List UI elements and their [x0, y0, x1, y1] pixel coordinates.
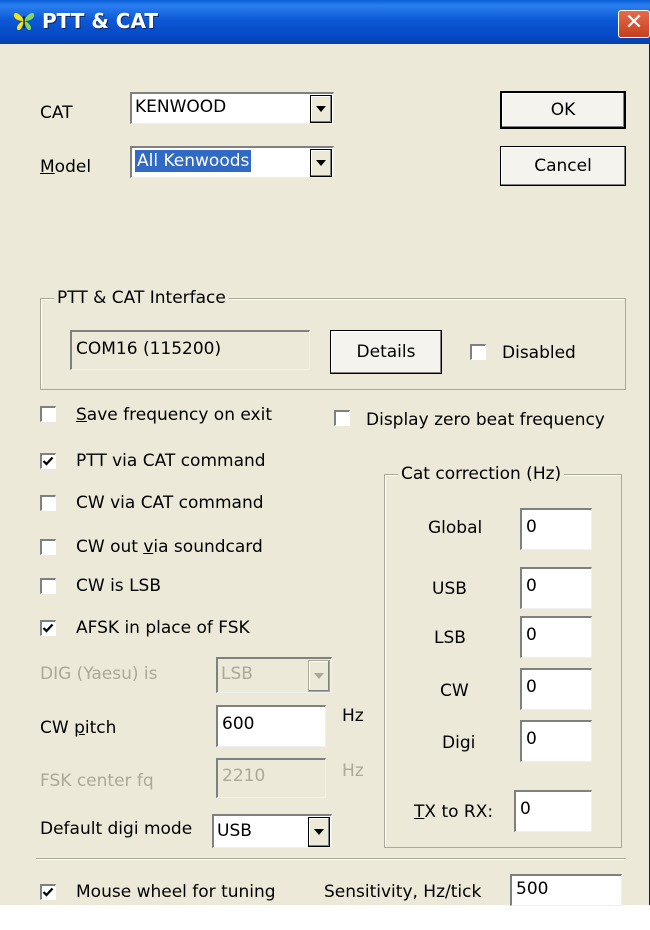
model-select[interactable]: All Kenwoods: [130, 146, 334, 178]
chevron-down-icon[interactable]: [308, 660, 330, 692]
cw-via-cat-checkbox[interactable]: [40, 495, 56, 511]
mouse-wheel-label: Mouse wheel for tuning: [76, 882, 276, 902]
butterfly-icon: [13, 13, 35, 31]
model-label: Model: [40, 157, 92, 177]
default-digi-select[interactable]: USB: [212, 814, 332, 848]
digi-label: Digi: [442, 733, 476, 753]
cw-via-cat-label: CW via CAT command: [76, 493, 264, 513]
disabled-label: Disabled: [502, 343, 576, 363]
global-label: Global: [428, 518, 483, 538]
cw-is-lsb-checkbox[interactable]: [40, 578, 56, 594]
afsk-label: AFSK in place of FSK: [76, 618, 250, 638]
cw-pitch-label: CW pitch: [40, 718, 117, 738]
cat-select-value: KENWOOD: [135, 97, 227, 117]
save-frequency-label: Save frequency on exit: [76, 405, 272, 425]
window-title: PTT & CAT: [42, 9, 159, 33]
tx-to-rx-label: TX to RX:: [414, 802, 494, 822]
details-button[interactable]: Details: [330, 330, 442, 374]
afsk-checkbox[interactable]: [40, 620, 56, 636]
close-button[interactable]: ✕: [618, 10, 650, 38]
tx-to-rx-input[interactable]: 0: [514, 790, 592, 832]
cancel-button[interactable]: Cancel: [500, 146, 626, 186]
sensitivity-label: Sensitivity, Hz/tick: [324, 882, 482, 902]
digi-input[interactable]: 0: [520, 720, 592, 762]
sensitivity-input[interactable]: 500: [510, 874, 622, 906]
mouse-wheel-checkbox[interactable]: [40, 884, 56, 900]
default-digi-value: USB: [217, 821, 252, 841]
chevron-down-icon[interactable]: [310, 149, 332, 177]
interface-legend: PTT & CAT Interface: [54, 287, 229, 309]
zero-beat-checkbox[interactable]: [334, 410, 350, 426]
com-port-field: COM16 (115200): [70, 330, 310, 370]
title-bar[interactable]: PTT & CAT ✕: [0, 0, 650, 44]
cw-pitch-input[interactable]: 600: [216, 705, 326, 747]
cat-select[interactable]: KENWOOD: [130, 92, 334, 124]
cw-is-lsb-label: CW is LSB: [76, 576, 161, 596]
close-icon: ✕: [624, 10, 644, 35]
cat-correction-legend: Cat correction (Hz): [398, 463, 565, 485]
global-input[interactable]: 0: [520, 508, 592, 550]
cw-out-soundcard-label: CW out via soundcard: [76, 537, 263, 557]
dig-yaesu-value: LSB: [221, 664, 253, 684]
zero-beat-label: Display zero beat frequency: [366, 410, 605, 430]
cw-input[interactable]: 0: [520, 668, 592, 710]
fsk-center-input: 2210: [216, 758, 326, 798]
check-mark-icon: [42, 623, 54, 633]
lsb-input[interactable]: 0: [520, 616, 592, 658]
ptt-cat-dialog: PTT & CAT ✕ CAT KENWOOD Model All Kenwoo…: [0, 0, 650, 906]
chevron-down-icon[interactable]: [308, 817, 330, 847]
lsb-label: LSB: [434, 628, 466, 648]
default-digi-label: Default digi mode: [40, 819, 193, 839]
dig-yaesu-select[interactable]: LSB: [216, 657, 332, 693]
usb-label: USB: [432, 579, 467, 599]
fsk-center-label: FSK center fq: [40, 771, 154, 791]
disabled-checkbox[interactable]: [470, 344, 486, 360]
cw-pitch-unit: Hz: [342, 706, 364, 726]
ptt-via-cat-label: PTT via CAT command: [76, 451, 266, 471]
save-frequency-checkbox[interactable]: [40, 406, 56, 422]
bottom-separator: [36, 858, 626, 860]
model-select-value: All Kenwoods: [135, 150, 252, 172]
check-mark-icon: [42, 887, 54, 897]
usb-input[interactable]: 0: [520, 567, 592, 609]
cw-label: CW: [440, 681, 469, 701]
cw-out-soundcard-checkbox[interactable]: [40, 539, 56, 555]
cat-label: CAT: [40, 103, 73, 123]
ptt-via-cat-checkbox[interactable]: [40, 453, 56, 469]
check-mark-icon: [42, 456, 54, 466]
chevron-down-icon[interactable]: [310, 95, 332, 123]
fsk-center-unit: Hz: [342, 761, 364, 781]
ok-button[interactable]: OK: [500, 91, 626, 129]
dig-yaesu-label: DIG (Yaesu) is: [40, 664, 158, 684]
